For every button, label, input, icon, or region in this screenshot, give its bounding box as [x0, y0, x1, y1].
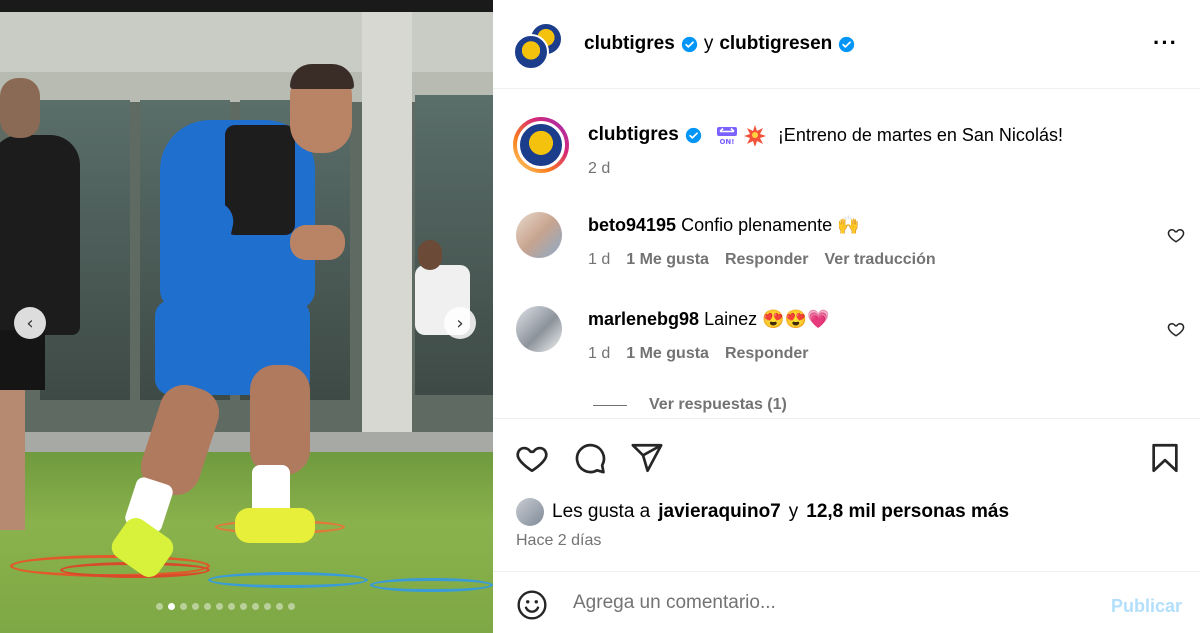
- coach-head: [0, 78, 40, 138]
- coach-shorts: [0, 330, 45, 390]
- player-vest: [225, 125, 295, 235]
- carousel-dot[interactable]: [204, 603, 211, 610]
- post-side-panel: clubtigres y clubtigresen ··· clubtigres…: [493, 0, 1200, 633]
- divider-line: [593, 404, 627, 406]
- collab-avatars[interactable]: [513, 22, 563, 70]
- comment-input[interactable]: [573, 590, 1073, 616]
- header-connector: y: [703, 33, 714, 54]
- avatar[interactable]: [516, 306, 562, 352]
- comment-meta: 1 d 1 Me gusta Responder Ver traducción: [588, 251, 936, 269]
- header-username-1[interactable]: clubtigres: [584, 33, 675, 55]
- post-actions: Les gusta a javieraquino7 y 12,8 mil per…: [493, 418, 1200, 571]
- comments-list: clubtigres ON! ¡Entreno de martes en San…: [493, 90, 1200, 417]
- verified-badge-icon: [681, 36, 697, 52]
- comment-age[interactable]: 1 d: [588, 251, 610, 269]
- player-leg-right: [250, 365, 310, 475]
- caption-age[interactable]: 2 d: [588, 160, 610, 178]
- header-usernames: clubtigres y clubtigresen: [584, 33, 855, 55]
- avatar[interactable]: [516, 498, 544, 526]
- add-comment-bar: Publicar: [493, 571, 1200, 633]
- player-hair: [290, 64, 354, 89]
- comment-text: marlenebg98 Lainez 😍😍💗: [588, 309, 829, 330]
- training-ring: [208, 572, 368, 588]
- photo-pillar: [362, 12, 412, 442]
- comment-bubble-icon[interactable]: [573, 441, 607, 475]
- view-replies-label: Ver respuestas (1): [649, 396, 787, 413]
- comment-item: beto94195 Confio plenamente 🙌 1 d 1 Me g…: [493, 212, 1200, 292]
- instagram-post-modal: ‹ › clubtigres y clubtigresen ··· clubti…: [0, 0, 1200, 633]
- caption-avatar-ring[interactable]: [513, 117, 569, 173]
- post-header: clubtigres y clubtigresen ···: [493, 0, 1200, 89]
- comment-body: Lainez 😍😍💗: [704, 309, 830, 329]
- carousel-dot[interactable]: [288, 603, 295, 610]
- bookmark-save-icon[interactable]: [1148, 441, 1182, 475]
- share-send-icon[interactable]: [630, 441, 664, 475]
- background-person-head: [418, 240, 442, 270]
- photo-prev-button[interactable]: ‹: [14, 307, 46, 339]
- carousel-dot[interactable]: [216, 603, 223, 610]
- comment-age[interactable]: 1 d: [588, 345, 610, 363]
- emoji-icon[interactable]: [516, 589, 548, 621]
- chevron-right-icon: ›: [456, 312, 464, 334]
- comment-likes-count[interactable]: 1 Me gusta: [626, 251, 709, 269]
- svg-text:ON!: ON!: [719, 138, 734, 145]
- on-arrow-icon: ON!: [716, 127, 737, 145]
- likes-summary: Les gusta a javieraquino7 y 12,8 mil per…: [516, 498, 1009, 526]
- comment-text: beto94195 Confio plenamente 🙌: [588, 215, 860, 236]
- view-replies-button[interactable]: Ver respuestas (1): [593, 396, 787, 414]
- caption-row: clubtigres ON! ¡Entreno de martes en San…: [493, 90, 1200, 190]
- comment-like-heart-icon[interactable]: [1167, 320, 1185, 338]
- publish-button[interactable]: Publicar: [1111, 596, 1182, 617]
- comment-item: marlenebg98 Lainez 😍😍💗 1 d 1 Me gusta Re…: [493, 306, 1200, 386]
- carousel-dot[interactable]: [180, 603, 187, 610]
- chevron-left-icon: ‹: [26, 312, 34, 334]
- carousel-dots: [156, 603, 295, 610]
- collision-icon: [743, 125, 766, 146]
- verified-badge-icon: [839, 36, 855, 52]
- carousel-dot[interactable]: [156, 603, 163, 610]
- photo-walkway: [0, 432, 493, 454]
- likes-others[interactable]: 12,8 mil personas más: [806, 501, 1009, 523]
- avatar: [513, 34, 549, 70]
- carousel-dot[interactable]: [264, 603, 271, 610]
- carousel-dot[interactable]: [240, 603, 247, 610]
- comment-meta: 1 d 1 Me gusta Responder: [588, 345, 809, 363]
- carousel-dot[interactable]: [276, 603, 283, 610]
- caption-meta: 2 d: [588, 160, 610, 178]
- post-timestamp[interactable]: Hace 2 días: [516, 532, 601, 550]
- training-ring: [370, 578, 493, 592]
- reply-button[interactable]: Responder: [725, 345, 809, 363]
- photo-next-button[interactable]: ›: [444, 307, 476, 339]
- comment-likes-count[interactable]: 1 Me gusta: [626, 345, 709, 363]
- photo-top-strip: [0, 0, 493, 12]
- caption-body: ¡Entreno de martes en San Nicolás!: [777, 124, 1063, 145]
- carousel-dot[interactable]: [168, 603, 175, 610]
- like-heart-icon[interactable]: [515, 441, 549, 475]
- see-translation-button[interactable]: Ver traducción: [825, 251, 936, 269]
- caption-text: clubtigres ON! ¡Entreno de martes en San…: [588, 124, 1063, 146]
- carousel-dot[interactable]: [252, 603, 259, 610]
- header-username-2[interactable]: clubtigresen: [719, 33, 832, 55]
- avatar: [517, 121, 565, 169]
- post-photo[interactable]: ‹ ›: [0, 0, 493, 633]
- reply-button[interactable]: Responder: [725, 251, 809, 269]
- comment-username[interactable]: marlenebg98: [588, 309, 699, 329]
- comment-like-heart-icon[interactable]: [1167, 226, 1185, 244]
- likes-prefix: Les gusta a: [552, 501, 651, 522]
- carousel-dot[interactable]: [228, 603, 235, 610]
- coach-figure: [0, 135, 80, 335]
- likes-connector: y: [788, 501, 799, 522]
- carousel-dot[interactable]: [192, 603, 199, 610]
- verified-badge-icon: [685, 127, 701, 143]
- likes-username[interactable]: javieraquino7: [658, 501, 781, 523]
- player-boot: [235, 508, 315, 543]
- comment-body: Confio plenamente 🙌: [681, 215, 860, 235]
- more-options-icon[interactable]: ···: [1153, 30, 1178, 56]
- coach-leg: [0, 390, 25, 530]
- player-hand: [290, 225, 345, 260]
- avatar[interactable]: [516, 212, 562, 258]
- comment-username[interactable]: beto94195: [588, 215, 676, 235]
- caption-username[interactable]: clubtigres: [588, 124, 679, 146]
